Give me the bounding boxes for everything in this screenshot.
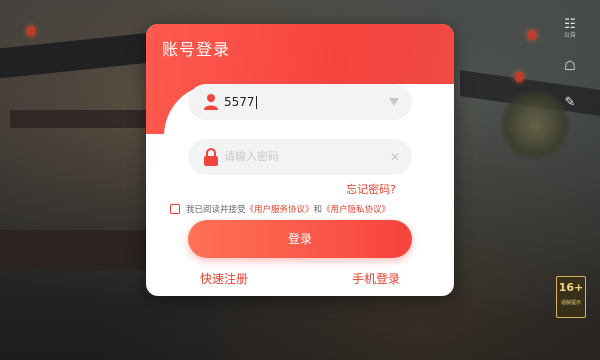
user-service-agreement-link[interactable]: 《用户服务协议》 [246, 205, 314, 215]
temple-roof [10, 110, 150, 128]
lantern [515, 72, 523, 82]
login-button[interactable]: 登录 [188, 220, 412, 258]
phone-login-link[interactable]: 手机登录 [352, 270, 400, 287]
lock-icon [204, 148, 218, 166]
announcement-icon: ☷ [564, 17, 576, 32]
quick-register-link[interactable]: 快速注册 [200, 270, 248, 287]
announcement-label: 公告 [563, 32, 576, 39]
service-button[interactable]: ☖ [556, 60, 584, 74]
forgot-password-link[interactable]: 忘记密码? [346, 181, 396, 197]
lantern [528, 30, 536, 40]
lantern [27, 26, 35, 36]
agreement-row: 我已阅读并接受《用户服务协议》和《用户隐私协议》 [170, 203, 390, 217]
announcement-button[interactable]: ☷ 公告 [556, 18, 584, 40]
repair-button[interactable]: ✎ [556, 96, 584, 110]
dialog-title: 账号登录 [162, 40, 231, 59]
password-field[interactable]: 请输入密码 ✕ [188, 139, 412, 175]
agreement-prefix: 我已阅读并接受 [186, 205, 246, 215]
agreement-and: 和 [313, 205, 323, 215]
clear-x-icon[interactable]: ✕ [390, 139, 400, 175]
age-rating-number: 16+ [558, 281, 584, 294]
temple-roof [0, 230, 150, 270]
agreement-checkbox[interactable] [170, 204, 180, 214]
age-rating-badge: 16+ 适龄提示 [556, 276, 586, 318]
person-icon [204, 94, 218, 110]
age-rating-caption: 适龄提示 [560, 300, 581, 306]
password-input[interactable]: 请输入密码 [224, 139, 279, 175]
temple-roof [0, 31, 160, 79]
account-input[interactable]: 5577 [224, 84, 257, 120]
dropdown-triangle-icon[interactable] [389, 98, 399, 106]
service-icon: ☖ [564, 59, 576, 74]
repair-icon: ✎ [564, 95, 576, 110]
login-dialog: 账号登录 5577 请输入密码 ✕ 忘记密码? 我已阅读并接受《用户服务协议》和… [146, 24, 454, 296]
account-field[interactable]: 5577 [188, 84, 412, 120]
privacy-agreement-link[interactable]: 《用户隐私协议》 [322, 205, 390, 215]
